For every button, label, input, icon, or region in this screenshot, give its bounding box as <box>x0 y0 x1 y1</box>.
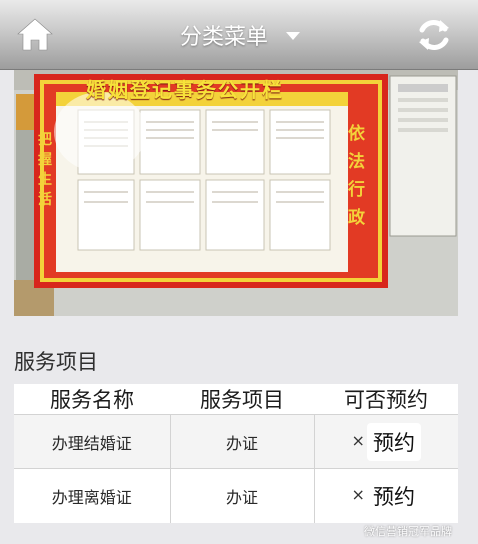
chevron-down-icon <box>286 32 301 40</box>
column-header-bookable: 可否预约 <box>314 384 458 415</box>
service-name-cell: 办理离婚证 <box>14 468 170 523</box>
home-button[interactable] <box>16 16 54 52</box>
table-header-row: 服务名称 服务项目 可否预约 <box>14 384 458 415</box>
watermark-text: 微信营销冠军品牌 <box>364 525 452 538</box>
couplet-right: 依法行政 <box>348 124 365 228</box>
service-item-cell: 办证 <box>169 468 314 523</box>
book-button[interactable]: 预约 <box>366 422 421 461</box>
column-header-service-name: 服务名称 <box>14 384 170 415</box>
category-menu-dropdown[interactable]: 分类菜单 <box>180 20 301 50</box>
column-header-service-item: 服务项目 <box>170 384 314 415</box>
services-section-title: 服务项目 <box>14 350 98 374</box>
home-icon <box>17 18 53 51</box>
bookable-cell: × 预约 <box>313 414 458 469</box>
bookable-cell: × 预约 <box>313 468 458 523</box>
not-bookable-mark: × <box>351 485 365 505</box>
book-button[interactable]: 预约 <box>366 476 421 515</box>
table-row: 办理结婚证 办证 × 预约 <box>14 414 458 469</box>
refresh-icon <box>419 20 449 50</box>
service-item-cell: 办证 <box>169 414 314 469</box>
refresh-button[interactable] <box>414 16 454 54</box>
not-bookable-mark: × <box>351 431 365 450</box>
banner-photo: 婚姻登记事务公开栏 把握生活 依法行政 <box>14 70 458 316</box>
services-table: 服务名称 服务项目 可否预约 办理结婚证 办证 × 预约 办理离婚证 办证 × 预约 <box>14 384 458 523</box>
table-row: 办理离婚证 办证 × 预约 <box>14 468 458 523</box>
couplet-left: 把握生活 <box>38 132 52 208</box>
category-menu-label: 分类菜单 <box>180 25 269 50</box>
top-navigation-bar: 分类菜单 <box>0 0 478 70</box>
notice-board-illustration <box>14 70 458 316</box>
service-name-cell: 办理结婚证 <box>14 414 170 469</box>
notice-board-title: 婚姻登记事务公开栏 <box>86 78 284 102</box>
